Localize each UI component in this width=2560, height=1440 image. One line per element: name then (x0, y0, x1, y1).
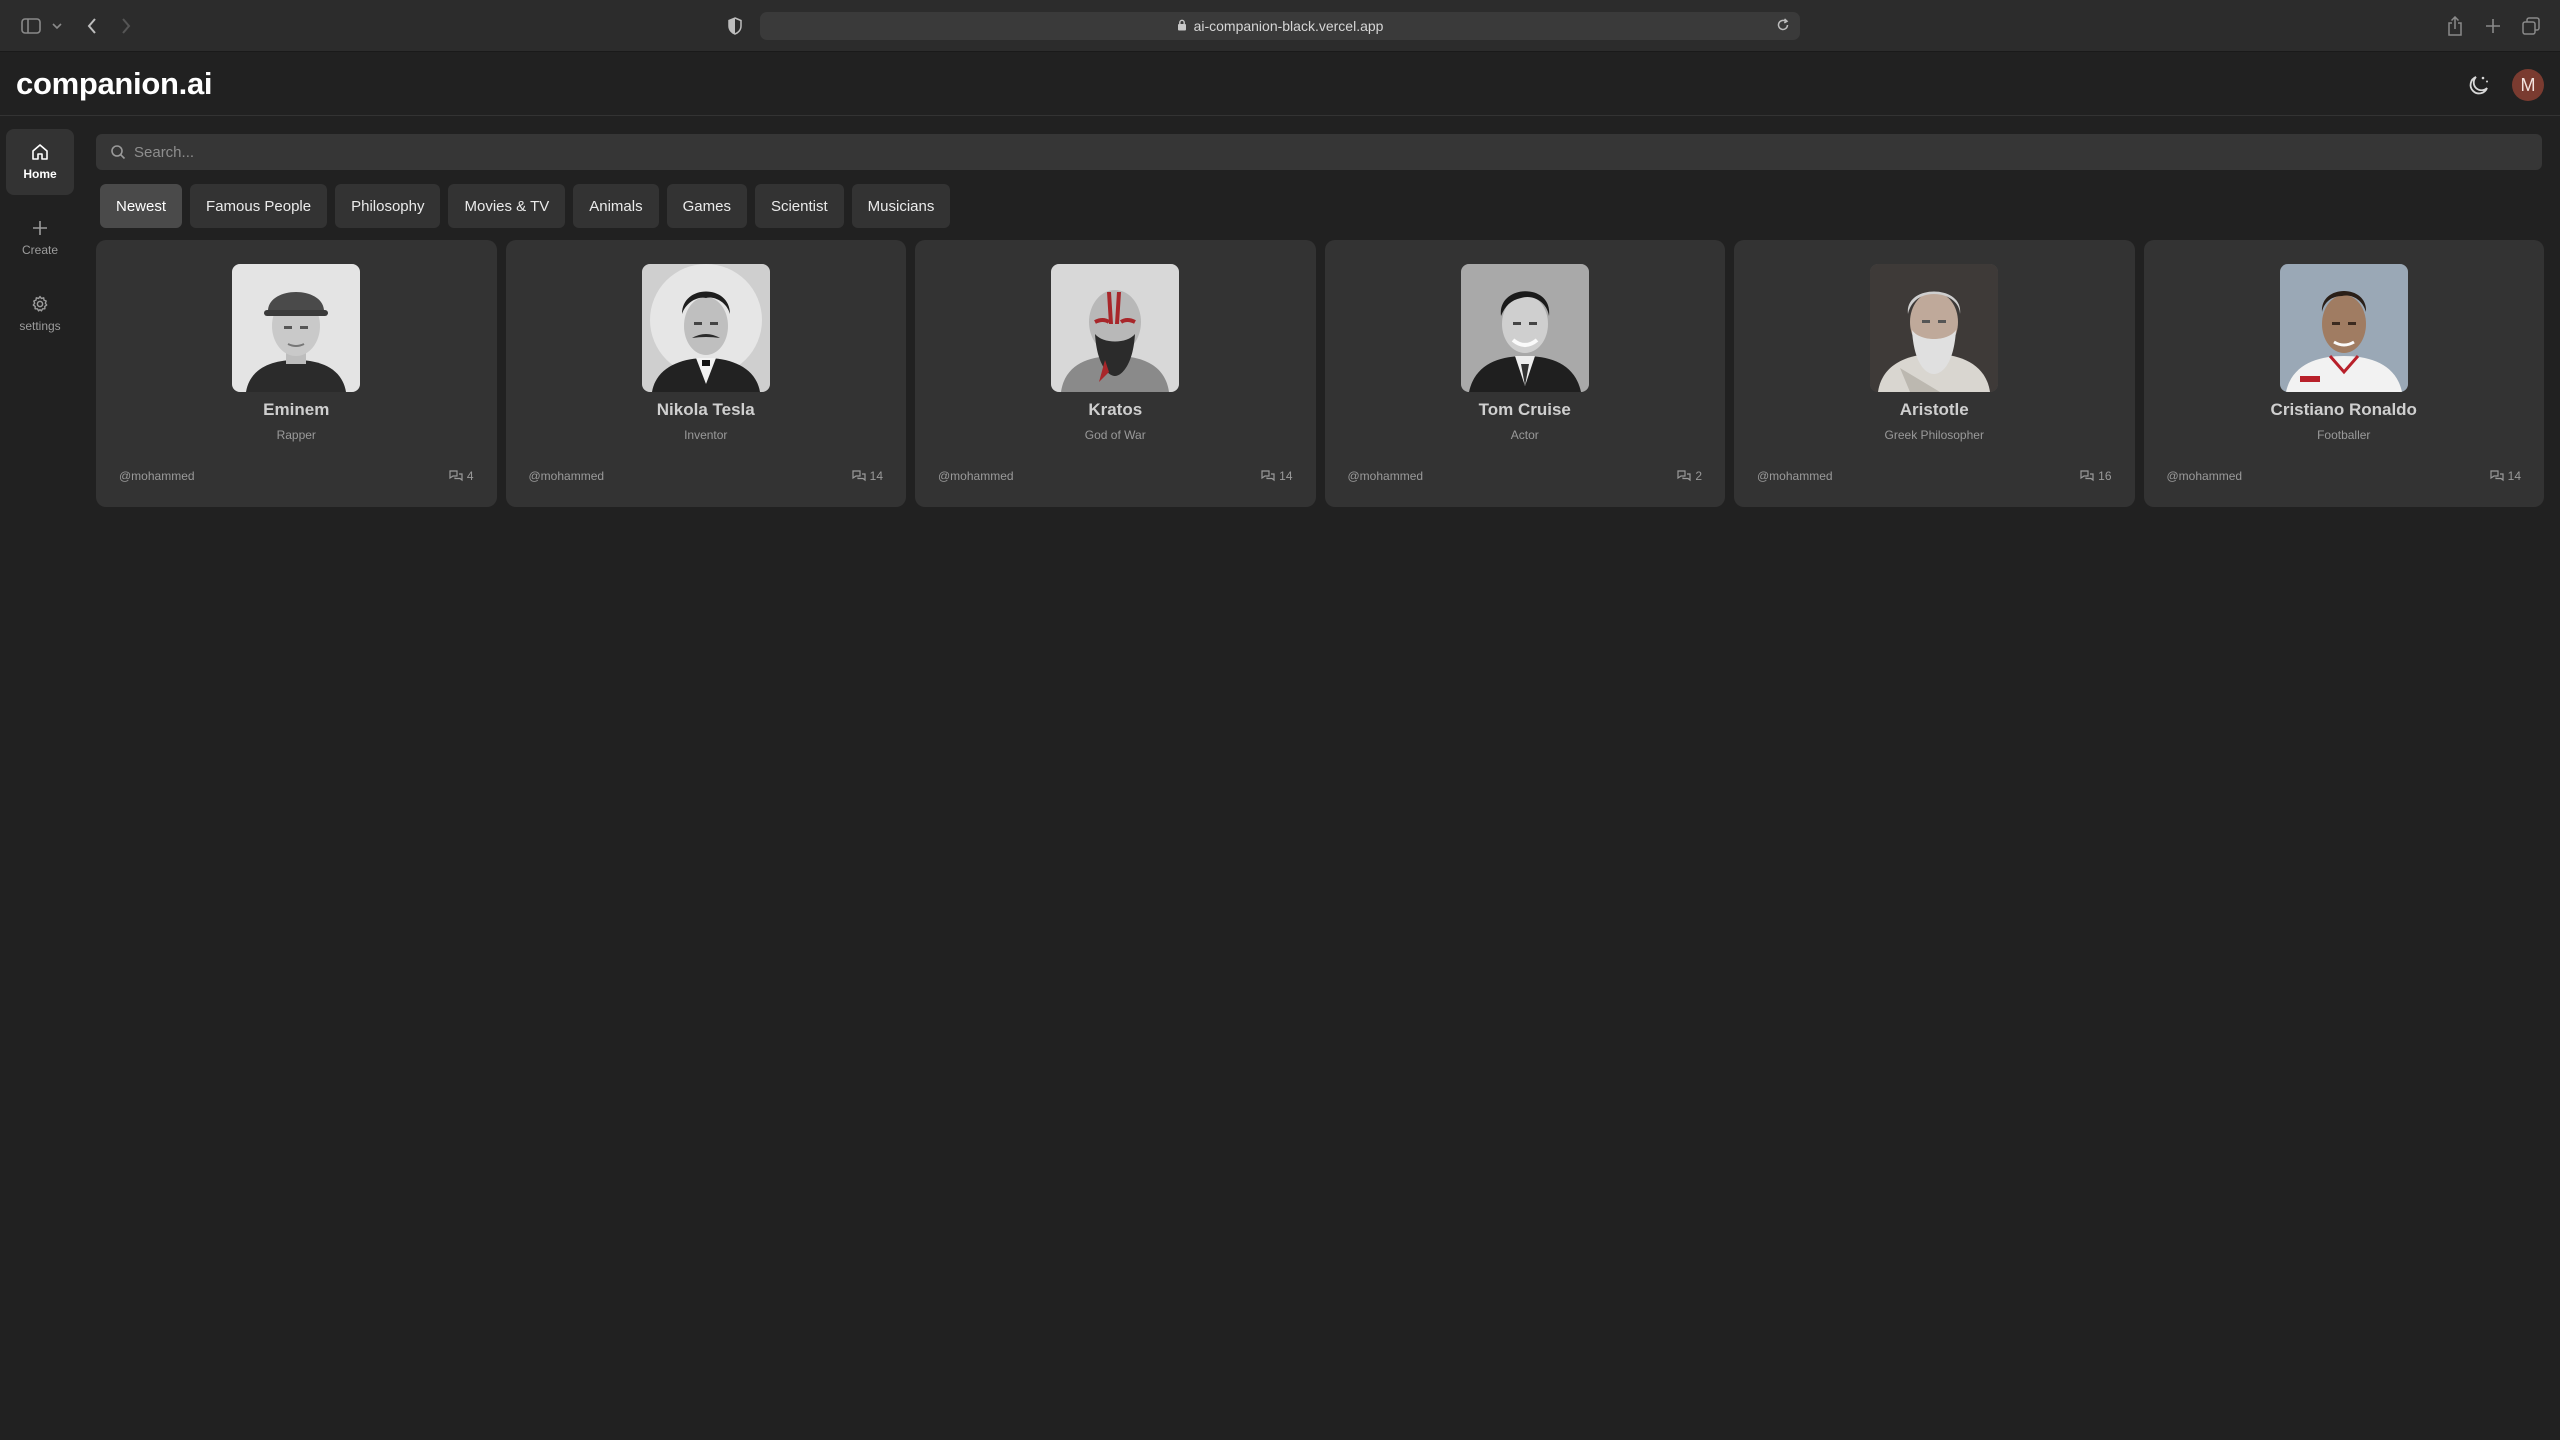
home-icon (32, 144, 48, 160)
gear-icon (32, 295, 48, 312)
companion-name: Tom Cruise (1478, 400, 1571, 419)
messages-icon (2490, 470, 2504, 482)
companion-card[interactable]: Cristiano Ronaldo Footballer @mohammed 1… (2143, 240, 2544, 507)
category-list: Newest Famous People Philosophy Movies &… (100, 184, 951, 228)
companion-name: Cristiano Ronaldo (2270, 400, 2417, 419)
companion-author: @mohammed (938, 469, 1014, 483)
category-animals[interactable]: Animals (573, 184, 659, 228)
companion-author: @mohammed (1347, 469, 1424, 483)
companion-description: Greek Philosopher (1884, 428, 1984, 442)
message-count: 16 (2080, 469, 2112, 483)
companion-name: Aristotle (1899, 400, 1969, 419)
messages-icon (1677, 470, 1691, 482)
message-count-value: 14 (2507, 469, 2521, 483)
category-newest[interactable]: Newest (100, 184, 183, 228)
lock-icon (1177, 18, 1187, 34)
privacy-shield-icon[interactable] (724, 14, 746, 38)
companion-author: @mohammed (2166, 469, 2243, 483)
companion-description: Footballer (2317, 428, 2371, 442)
address-bar[interactable]: ai-companion-black.vercel.app (760, 12, 1800, 40)
companion-grid: Eminem Rapper @mohammed 4 Nikola Tesla I… (96, 240, 2544, 507)
message-count: 2 (1677, 469, 1702, 483)
companion-name: Nikola Tesla (656, 400, 755, 419)
sidebar-item-label: Home (23, 167, 57, 181)
message-count-value: 4 (466, 469, 474, 483)
sidebar-toggle-icon[interactable] (18, 14, 44, 38)
theme-toggle-icon[interactable] (2466, 72, 2492, 98)
message-count: 14 (1261, 469, 1293, 483)
companion-description: God of War (1084, 428, 1146, 442)
companion-author: @mohammed (528, 469, 605, 483)
tab-overview-icon[interactable] (2520, 14, 2542, 38)
sidebar-item-label: Create (21, 243, 59, 257)
sidebar-item-create[interactable]: Create (6, 205, 74, 271)
companion-portrait (232, 264, 360, 392)
sidebar-item-home[interactable]: Home (6, 129, 74, 195)
companion-card[interactable]: Tom Cruise Actor @mohammed 2 (1324, 240, 1725, 507)
companion-portrait (1870, 264, 1998, 392)
share-icon[interactable] (2444, 14, 2466, 38)
companion-portrait (641, 264, 770, 392)
app-header: companion.ai M (0, 52, 2560, 116)
messages-icon (449, 470, 463, 482)
url-text: ai-companion-black.vercel.app (1193, 18, 1384, 34)
category-musicians[interactable]: Musicians (851, 184, 951, 228)
new-tab-icon[interactable] (2482, 14, 2504, 38)
message-count-value: 14 (869, 469, 883, 483)
messages-icon (852, 470, 866, 482)
category-movies-tv[interactable]: Movies & TV (448, 184, 566, 228)
messages-icon (2080, 470, 2094, 482)
forward-icon[interactable] (116, 14, 136, 38)
companion-author: @mohammed (1757, 469, 1833, 483)
companion-card[interactable]: Eminem Rapper @mohammed 4 (96, 240, 497, 507)
messages-icon (1261, 470, 1275, 482)
app-logo[interactable]: companion.ai (16, 66, 213, 102)
category-famous-people[interactable]: Famous People (190, 184, 328, 228)
message-count: 4 (449, 469, 474, 483)
companion-portrait (1460, 264, 1589, 392)
category-philosophy[interactable]: Philosophy (335, 184, 441, 228)
category-games[interactable]: Games (666, 184, 747, 228)
companion-name: Eminem (263, 400, 330, 419)
companion-card[interactable]: Aristotle Greek Philosopher @mohammed 16 (1734, 240, 2135, 507)
companion-card[interactable]: Kratos God of War @mohammed 14 (915, 240, 1316, 507)
companion-portrait (2279, 264, 2408, 392)
message-count-value: 16 (2098, 469, 2112, 483)
sidebar-item-label: settings (19, 319, 61, 333)
companion-name: Kratos (1088, 400, 1143, 419)
reload-icon[interactable] (1776, 18, 1790, 35)
sidebar-item-settings[interactable]: settings (6, 281, 74, 347)
companion-card[interactable]: Nikola Tesla Inventor @mohammed 14 (505, 240, 906, 507)
message-count-value: 14 (1279, 469, 1293, 483)
companion-portrait (1051, 264, 1179, 392)
category-scientist[interactable]: Scientist (754, 184, 844, 228)
browser-toolbar: ai-companion-black.vercel.app (0, 0, 2560, 52)
search-icon (111, 145, 126, 160)
companion-description: Actor (1510, 428, 1539, 442)
back-icon[interactable] (82, 14, 102, 38)
user-avatar[interactable]: M (2512, 69, 2544, 101)
companion-description: Rapper (276, 428, 316, 442)
companion-author: @mohammed (119, 469, 195, 483)
companion-description: Inventor (684, 428, 728, 442)
message-count-value: 2 (1695, 469, 1702, 483)
search-input[interactable] (134, 143, 2434, 161)
message-count: 14 (852, 469, 883, 483)
message-count: 14 (2490, 469, 2521, 483)
search-bar (96, 134, 2542, 170)
chevron-down-icon[interactable] (50, 14, 64, 38)
plus-icon (33, 221, 47, 235)
